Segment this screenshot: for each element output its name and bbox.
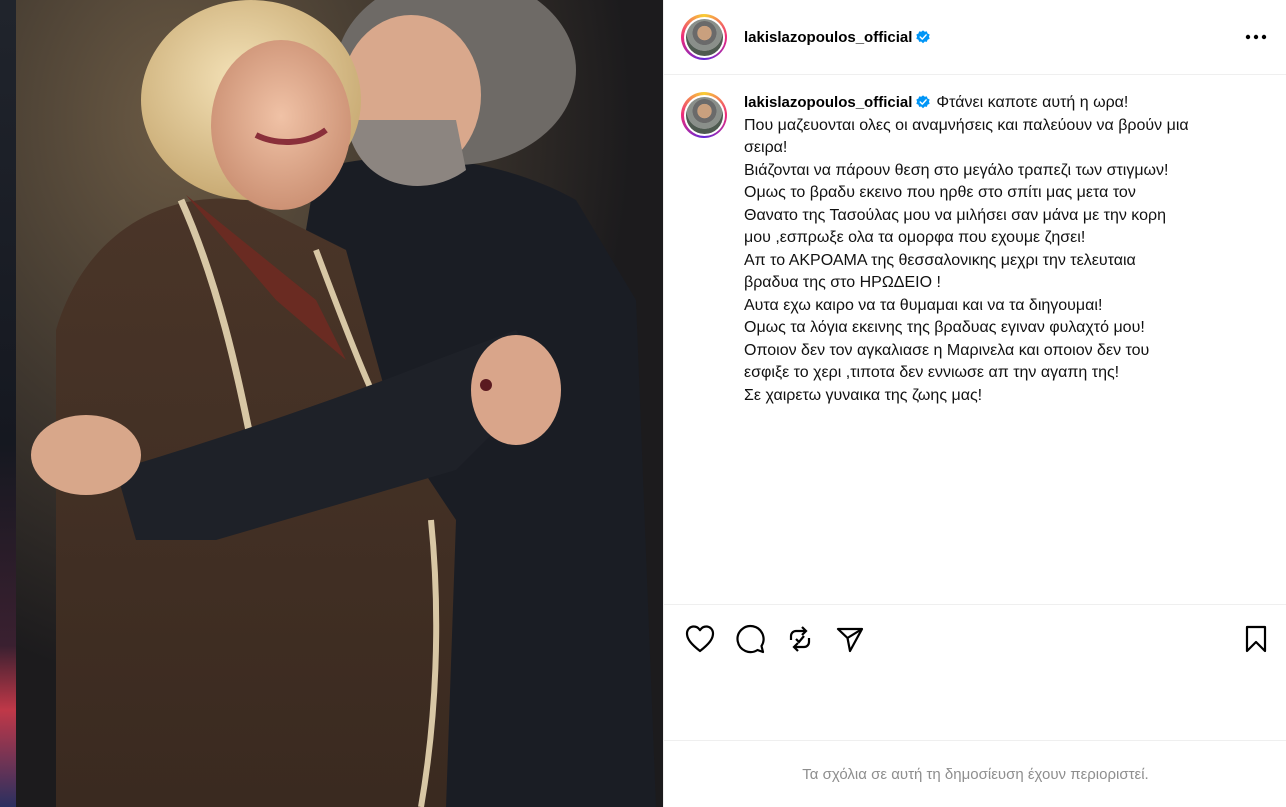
more-options-icon[interactable]: [1244, 25, 1268, 49]
avatar-ring: [683, 94, 725, 136]
action-bar: [664, 604, 1286, 740]
caption-line: μου ,εσπρωξε ολα τα ομορφα που εχουμε ζη…: [744, 229, 1086, 246]
send-icon[interactable]: [833, 622, 867, 656]
bookmark-icon[interactable]: [1239, 622, 1273, 656]
caption-line: Αυτα εχω καιρο να τα θυμαμαι και να τα δ…: [744, 296, 1103, 314]
post-photo[interactable]: [16, 0, 663, 807]
caption-line: Οποιον δεν τον αγκαλιασε η Μαρινελα και …: [744, 341, 1150, 359]
post-side-panel: lakislazopoulos_official lakislazopoulos…: [663, 0, 1286, 807]
caption-line: σειρα!: [744, 139, 788, 156]
caption-avatar[interactable]: [681, 92, 727, 138]
profile-avatar[interactable]: [681, 14, 727, 60]
caption-line: Σε χαιρετω γυναικα της ζωης μας!: [744, 386, 983, 404]
caption-line: Απ το ΑΚΡΟΑΜΑ της θεσσαλονικης μεχρι την…: [744, 251, 1136, 269]
caption-line: Βιάζονται να πάρουν θεση στο μεγάλο τραπ…: [744, 161, 1169, 179]
caption-line: εσφιξε το χερι ,τιποτα δεν εννιωσε απ τη…: [744, 364, 1120, 381]
caption-text: lakislazopoulos_official Φτάνει καποτε α…: [744, 92, 1244, 603]
heart-icon[interactable]: [683, 622, 717, 656]
avatar-ring: [683, 16, 725, 58]
avatar-image: [685, 96, 723, 134]
caption-line: Ομως το βραδυ εκεινο που ηρθε στο σπίτι …: [744, 184, 1136, 201]
caption-line: Ομως τα λόγια εκεινης της βραδυας εγιναν…: [744, 319, 1145, 336]
verified-badge-icon: [916, 30, 931, 44]
comment-icon[interactable]: [733, 622, 767, 656]
caption-first-line: lakislazopoulos_official Φτάνει καποτε α…: [744, 92, 1244, 115]
post-photo-image: [16, 0, 663, 807]
caption-section: lakislazopoulos_official Φτάνει καποτε α…: [664, 76, 1286, 603]
post-header: lakislazopoulos_official: [664, 0, 1286, 75]
verified-badge-icon: [916, 95, 931, 109]
caption-line: Θανατο της Τασούλας μου να μιλήσει σαν μ…: [744, 206, 1167, 224]
comments-restricted-notice: Τα σχόλια σε αυτή τη δημοσίευση έχουν πε…: [664, 740, 1286, 807]
caption-line: Φτάνει καποτε αυτή η ωρα!: [936, 94, 1129, 111]
avatar-image: [685, 18, 723, 56]
header-username[interactable]: lakislazopoulos_official: [744, 29, 912, 46]
caption-line: βραδυα της στο ΗΡΩΔΕΙΟ !: [744, 274, 941, 291]
caption-line: Που μαζευονται ολες οι αναμνήσεις και πα…: [744, 116, 1189, 134]
repost-icon[interactable]: [783, 622, 817, 656]
caption-username[interactable]: lakislazopoulos_official: [744, 94, 912, 111]
